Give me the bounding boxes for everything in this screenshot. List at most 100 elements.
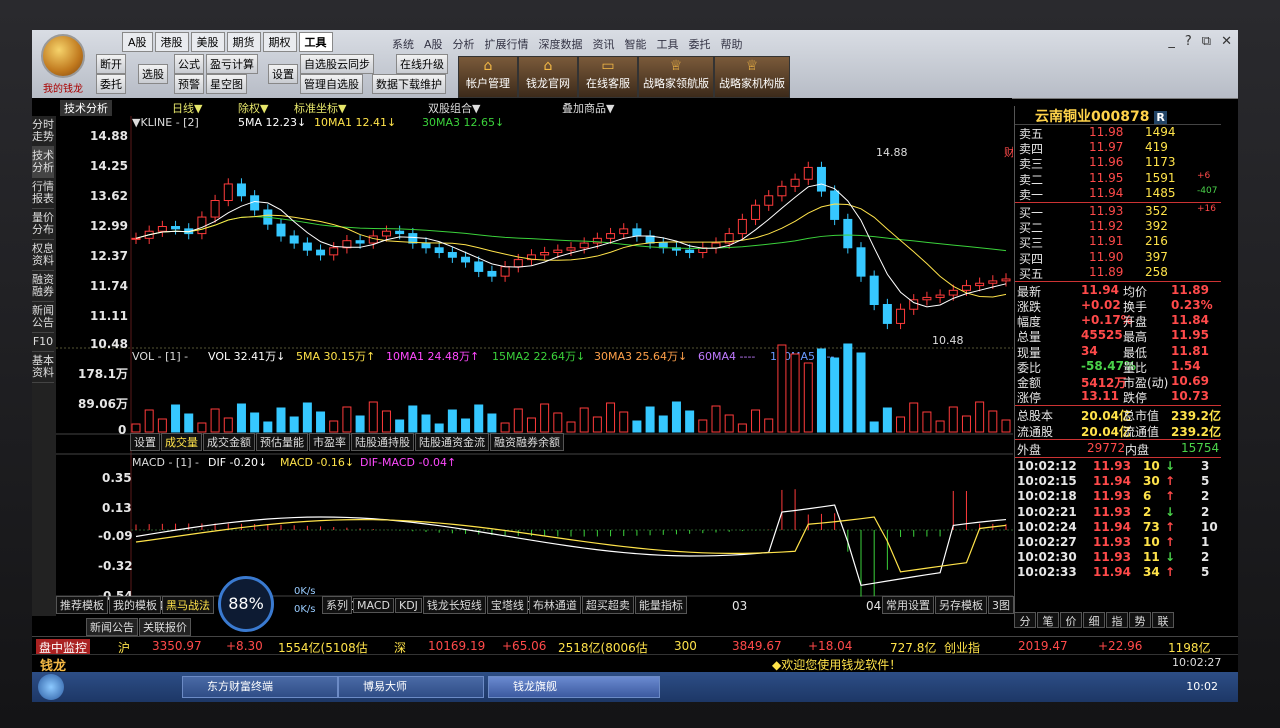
menu-tools[interactable]: 工具 bbox=[657, 38, 679, 51]
sidebar-item-technical[interactable]: 技术分析 bbox=[32, 147, 54, 178]
minimize-icon[interactable]: _ bbox=[1168, 34, 1175, 49]
nav-bi[interactable]: 笔 bbox=[1037, 612, 1059, 628]
order-button[interactable]: 委托 bbox=[96, 74, 126, 94]
tab-tools[interactable]: 工具 bbox=[298, 32, 333, 52]
logo-icon bbox=[41, 34, 85, 78]
common-settings-button[interactable]: 常用设置 bbox=[882, 596, 934, 614]
ind-tab-settings[interactable]: 设置 bbox=[130, 433, 160, 451]
tab-tower[interactable]: 宝塔线 bbox=[486, 596, 528, 614]
overlay-select[interactable]: 叠加商品▼ bbox=[562, 100, 614, 116]
tab-futures[interactable]: 期货 bbox=[226, 32, 261, 52]
menu-news[interactable]: 资讯 bbox=[593, 38, 615, 51]
scale-select[interactable]: 标准坐标▼ bbox=[294, 100, 346, 116]
strategist-inst-button[interactable]: ♕ 战略家机构版 bbox=[714, 56, 790, 98]
candle-body bbox=[329, 247, 339, 256]
tab-related[interactable]: 关联报价 bbox=[139, 618, 191, 636]
period-select[interactable]: 日线▼ bbox=[172, 100, 202, 116]
tab-recommend[interactable]: 推荐模板 bbox=[56, 596, 108, 614]
online-upgrade-button[interactable]: 在线升级 bbox=[396, 54, 448, 74]
sidebar-item-quotes[interactable]: 行情报表 bbox=[32, 178, 54, 209]
sidebar-item-news[interactable]: 新闻公告 bbox=[32, 302, 54, 333]
nav-lian[interactable]: 联 bbox=[1152, 612, 1174, 628]
tab-my-template[interactable]: 我的模板 bbox=[109, 596, 161, 614]
ind-tab-forecast[interactable]: 预估量能 bbox=[256, 433, 308, 451]
save-template-button[interactable]: 另存模板 bbox=[935, 596, 987, 614]
ind-tab-hk-flow[interactable]: 陆股通资金流 bbox=[415, 433, 489, 451]
nav-xi[interactable]: 细 bbox=[1083, 612, 1105, 628]
tab-options[interactable]: 期权 bbox=[262, 32, 297, 52]
tab-overbought[interactable]: 超买超卖 bbox=[581, 596, 634, 614]
task-qianlong[interactable]: 钱龙旗舰 bbox=[488, 676, 660, 698]
stat-value: 34 bbox=[1081, 343, 1098, 358]
close-icon[interactable]: ✕ bbox=[1221, 34, 1232, 49]
sidebar-item-dividend[interactable]: 权息资料 bbox=[32, 240, 54, 271]
tab-macd[interactable]: MACD bbox=[353, 598, 394, 613]
outer-value: 29772 bbox=[1087, 440, 1126, 455]
dual-select[interactable]: 双股组合▼ bbox=[428, 100, 480, 116]
menu-trade[interactable]: 委托 bbox=[689, 38, 711, 51]
strategist-pilot-button[interactable]: ♕ 战略家领航版 bbox=[638, 56, 714, 98]
sidebar-item-margin[interactable]: 融资融券 bbox=[32, 271, 54, 302]
tab-technical[interactable]: 技术分析 bbox=[60, 100, 112, 116]
candle-body bbox=[737, 218, 747, 235]
nav-zhi[interactable]: 指 bbox=[1106, 612, 1128, 628]
nav-jia[interactable]: 价 bbox=[1060, 612, 1082, 628]
task-boyi[interactable]: 博易大师 bbox=[338, 676, 484, 698]
ind-tab-volume[interactable]: 成交量 bbox=[161, 433, 202, 451]
tab-energy[interactable]: 能量指标 bbox=[634, 596, 687, 614]
restore-icon[interactable]: ⧉ bbox=[1202, 34, 1211, 49]
menu-help[interactable]: 帮助 bbox=[721, 38, 743, 51]
adjust-select[interactable]: 除权▼ bbox=[238, 100, 268, 116]
book-level: 买五 bbox=[1019, 266, 1044, 281]
net-up: 0K/s bbox=[294, 586, 316, 597]
stock-select-button[interactable]: 选股 bbox=[138, 64, 168, 84]
start-icon[interactable] bbox=[38, 674, 64, 700]
app-logo[interactable]: 我的钱龙 bbox=[34, 32, 92, 95]
sidebar-item-volume-profile[interactable]: 量价分布 bbox=[32, 209, 54, 240]
tab-blackhorse[interactable]: 黑马战法 bbox=[162, 596, 214, 614]
menu-analysis[interactable]: 分析 bbox=[453, 38, 475, 51]
disconnect-button[interactable]: 断开 bbox=[96, 54, 126, 74]
menu-ext-quote[interactable]: 扩展行情 bbox=[485, 38, 529, 51]
tab-news[interactable]: 新闻公告 bbox=[86, 618, 138, 636]
formula-button[interactable]: 公式 bbox=[174, 54, 204, 74]
data-download-button[interactable]: 数据下载维护 bbox=[372, 74, 446, 94]
support-button[interactable]: ▭ 在线客服 bbox=[578, 56, 638, 98]
watchlist-sync-button[interactable]: 自选股云同步 bbox=[300, 54, 374, 74]
ind-tab-margin[interactable]: 融资融券余额 bbox=[490, 433, 564, 451]
volume-bar bbox=[395, 419, 405, 433]
ind-tab-pe[interactable]: 市盈率 bbox=[309, 433, 350, 451]
tab-series[interactable]: 系列 bbox=[322, 596, 352, 614]
sidebar-item-basic[interactable]: 基本资料 bbox=[32, 352, 54, 383]
tab-kdj[interactable]: KDJ bbox=[394, 598, 422, 613]
tab-us[interactable]: 美股 bbox=[190, 32, 225, 52]
tab-long-short[interactable]: 钱龙长短线 bbox=[422, 596, 486, 614]
ind-tab-hk-hold[interactable]: 陆股通持股 bbox=[351, 433, 414, 451]
help-icon[interactable]: ? bbox=[1185, 34, 1192, 49]
nav-shi[interactable]: 势 bbox=[1129, 612, 1151, 628]
menu-system[interactable]: 系统 bbox=[392, 38, 414, 51]
tab-a-share[interactable]: A股 bbox=[122, 32, 153, 52]
menu-depth[interactable]: 深度数据 bbox=[539, 38, 583, 51]
chart-area[interactable]: ▼KLINE - [2] 5MA 12.23↓ 10MA1 12.41↓ 30M… bbox=[56, 116, 1013, 616]
alert-button[interactable]: 预警 bbox=[174, 74, 204, 94]
three-chart-button[interactable]: 3图 bbox=[988, 596, 1014, 614]
star-map-button[interactable]: 星空图 bbox=[206, 74, 247, 94]
tab-hk[interactable]: 港股 bbox=[154, 32, 189, 52]
menu-smart[interactable]: 智能 bbox=[625, 38, 647, 51]
kline-chart[interactable]: ▼KLINE - [2] 5MA 12.23↓ 10MA1 12.41↓ 30M… bbox=[56, 116, 1013, 616]
tab-bollinger[interactable]: 布林通道 bbox=[528, 596, 581, 614]
ind-tab-amount[interactable]: 成交金额 bbox=[203, 433, 255, 451]
menu-a-share[interactable]: A股 bbox=[424, 38, 443, 51]
volume-bar bbox=[329, 420, 339, 433]
pnl-calc-button[interactable]: 盈亏计算 bbox=[206, 54, 258, 74]
sidebar-item-timeshare[interactable]: 分时走势 bbox=[32, 116, 54, 147]
official-site-button[interactable]: ⌂ 钱龙官网 bbox=[518, 56, 578, 98]
sidebar-item-f10[interactable]: F10 bbox=[32, 333, 54, 352]
nav-fen[interactable]: 分 bbox=[1014, 612, 1036, 628]
candle-body bbox=[975, 282, 985, 287]
task-eastmoney[interactable]: 东方财富终端 bbox=[182, 676, 338, 698]
account-button[interactable]: ⌂ 帐户管理 bbox=[458, 56, 518, 98]
settings-button[interactable]: 设置 bbox=[268, 64, 298, 84]
manage-watchlist-button[interactable]: 管理自选股 bbox=[300, 74, 363, 94]
